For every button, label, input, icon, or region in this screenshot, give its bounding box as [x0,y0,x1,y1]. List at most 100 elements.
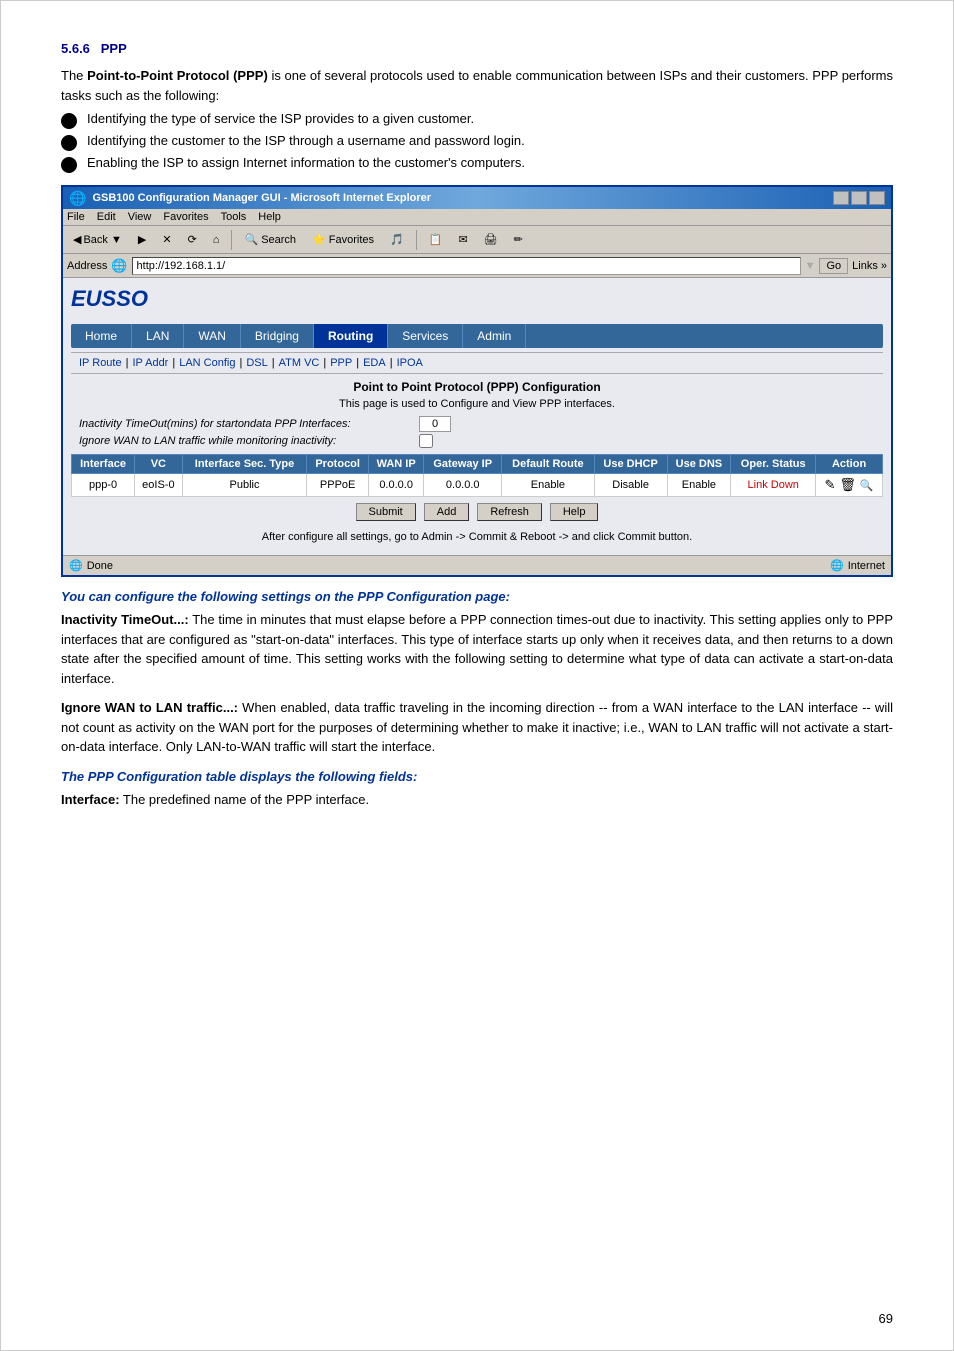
cell-gateway-ip: 0.0.0.0 [424,474,502,497]
button-row: Submit Add Refresh Help [71,503,883,521]
section-title: PPP [101,41,127,56]
config-form: Inactivity TimeOut(mins) for startondata… [71,416,883,448]
ie-titlebar-title: 🌐 GSB100 Configuration Manager GUI - Mic… [69,190,431,207]
subnav-ipaddr[interactable]: IP Addr [132,357,168,369]
refresh-page-button[interactable]: Refresh [477,503,542,521]
ppp-table-heading: The PPP Configuration table displays the… [61,769,893,784]
refresh-button[interactable]: ⟳ [182,231,203,248]
menu-tools[interactable]: Tools [221,211,247,223]
list-item: Identifying the type of service the ISP … [61,111,893,129]
timeout-row: Inactivity TimeOut(mins) for startondata… [79,416,875,432]
ie-content: EUSSO Home LAN WAN Bridging Routing Serv… [63,278,891,555]
col-use-dns: Use DNS [667,455,731,474]
interface-desc: Interface: The predefined name of the PP… [61,790,893,810]
logo-area: EUSSO [71,286,883,324]
nav-lan[interactable]: LAN [132,324,184,348]
ie-statusbar-zone: 🌐 Internet [830,559,885,572]
col-interface: Interface [72,455,135,474]
col-wan-ip: WAN IP [368,455,423,474]
cell-oper-status[interactable]: Link Down [731,474,816,497]
col-interface-sec-type: Interface Sec. Type [182,455,307,474]
timeout-input[interactable] [419,416,451,432]
nav-routing[interactable]: Routing [314,324,388,348]
nav-admin[interactable]: Admin [463,324,526,348]
add-button[interactable]: Add [424,503,470,521]
nav-home[interactable]: Home [71,324,132,348]
table-row: ppp-0 eoIS-0 Public PPPoE 0.0.0.0 0.0.0.… [72,474,883,497]
subnav-ppp[interactable]: PPP [330,357,352,369]
forward-button[interactable]: ▶ [132,231,152,248]
nav-bridging[interactable]: Bridging [241,324,314,348]
bullet-dot [61,135,77,151]
home-button[interactable]: ⌂ [207,232,226,248]
bullet-list: Identifying the type of service the ISP … [61,111,893,173]
nav-wan[interactable]: WAN [184,324,241,348]
menu-edit[interactable]: Edit [97,211,116,223]
ignore-row: Ignore WAN to LAN traffic while monitori… [79,434,875,448]
ie-status-done: 🌐 Done [69,559,113,572]
nav-bar: Home LAN WAN Bridging Routing Services A… [71,324,883,348]
maximize-button[interactable] [851,191,867,205]
col-default-route: Default Route [502,455,595,474]
ignore-wan-desc: Ignore WAN to LAN traffic...: When enabl… [61,698,893,757]
list-item: Enabling the ISP to assign Internet info… [61,155,893,173]
print-button[interactable]: 🖨 [478,231,504,248]
back-button[interactable]: ◀ Back ▼ [67,231,128,248]
submit-button[interactable]: Submit [356,503,416,521]
inactivity-desc: Inactivity TimeOut...: The time in minut… [61,610,893,688]
page-title-area: Point to Point Protocol (PPP) Configurat… [71,380,883,394]
address-label: Address [67,260,107,272]
help-button[interactable]: Help [550,503,599,521]
subnav-atmvc[interactable]: ATM VC [279,357,320,369]
ie-icon: 🌐 [69,190,86,207]
stop-button[interactable]: ✕ [156,231,177,248]
favorites-button[interactable]: ⭐ Favorites [306,231,380,248]
menu-file[interactable]: File [67,211,85,223]
search-button[interactable]: 🔍 Search [238,231,302,248]
menu-help[interactable]: Help [258,211,281,223]
menu-favorites[interactable]: Favorites [163,211,208,223]
ignore-checkbox[interactable] [419,434,433,448]
connect-icon[interactable]: 🔍 [860,479,874,492]
address-input[interactable] [132,257,801,275]
sub-nav: IP Route | IP Addr | LAN Config | DSL | … [71,352,883,374]
minimize-button[interactable] [833,191,849,205]
delete-icon[interactable]: 🗑 [839,477,856,493]
subnav-ipoa[interactable]: IPOA [397,357,423,369]
section-heading: 5.6.6 PPP [61,41,893,56]
ie-toolbar: ◀ Back ▼ ▶ ✕ ⟳ ⌂ 🔍 Search ⭐ Favorites 🎵 … [63,226,891,254]
subnav-iproute[interactable]: IP Route [79,357,122,369]
subnav-lanconfig[interactable]: LAN Config [179,357,235,369]
close-button[interactable] [869,191,885,205]
address-dropdown-icon[interactable]: ▼ [805,260,816,272]
history-button[interactable]: 📋 [423,231,449,248]
mail-button[interactable]: ✉ [452,231,473,248]
zone-icon: 🌐 [830,559,844,572]
cell-use-dhcp: Disable [594,474,667,497]
ignore-wan-paragraph: Ignore WAN to LAN traffic...: When enabl… [61,698,893,757]
col-oper-status: Oper. Status [731,455,816,474]
go-button[interactable]: Go [819,258,848,274]
col-protocol: Protocol [307,455,369,474]
zone-text: Internet [848,560,885,572]
nav-services[interactable]: Services [388,324,463,348]
media-button[interactable]: 🎵 [384,231,410,248]
edit-icon[interactable]: ✎ [824,477,835,493]
cell-vc: eoIS-0 [135,474,183,497]
status-text: Done [87,560,113,572]
subnav-dsl[interactable]: DSL [246,357,267,369]
edit-button[interactable]: ✏ [508,231,529,248]
list-item: Identifying the customer to the ISP thro… [61,133,893,151]
cell-interface: ppp-0 [72,474,135,497]
ignore-wan-term: Ignore WAN to LAN traffic...: [61,700,238,715]
ppp-table: Interface VC Interface Sec. Type Protoco… [71,454,883,497]
ppp-config-heading: You can configure the following settings… [61,589,893,604]
footer-note: After configure all settings, go to Admi… [71,527,883,547]
eusso-logo: EUSSO [71,286,148,312]
menu-view[interactable]: View [128,211,152,223]
inactivity-term: Inactivity TimeOut...: [61,612,189,627]
col-use-dhcp: Use DHCP [594,455,667,474]
ignore-label: Ignore WAN to LAN traffic while monitori… [79,435,419,447]
link-down-link[interactable]: Link Down [748,479,799,491]
subnav-eda[interactable]: EDA [363,357,386,369]
